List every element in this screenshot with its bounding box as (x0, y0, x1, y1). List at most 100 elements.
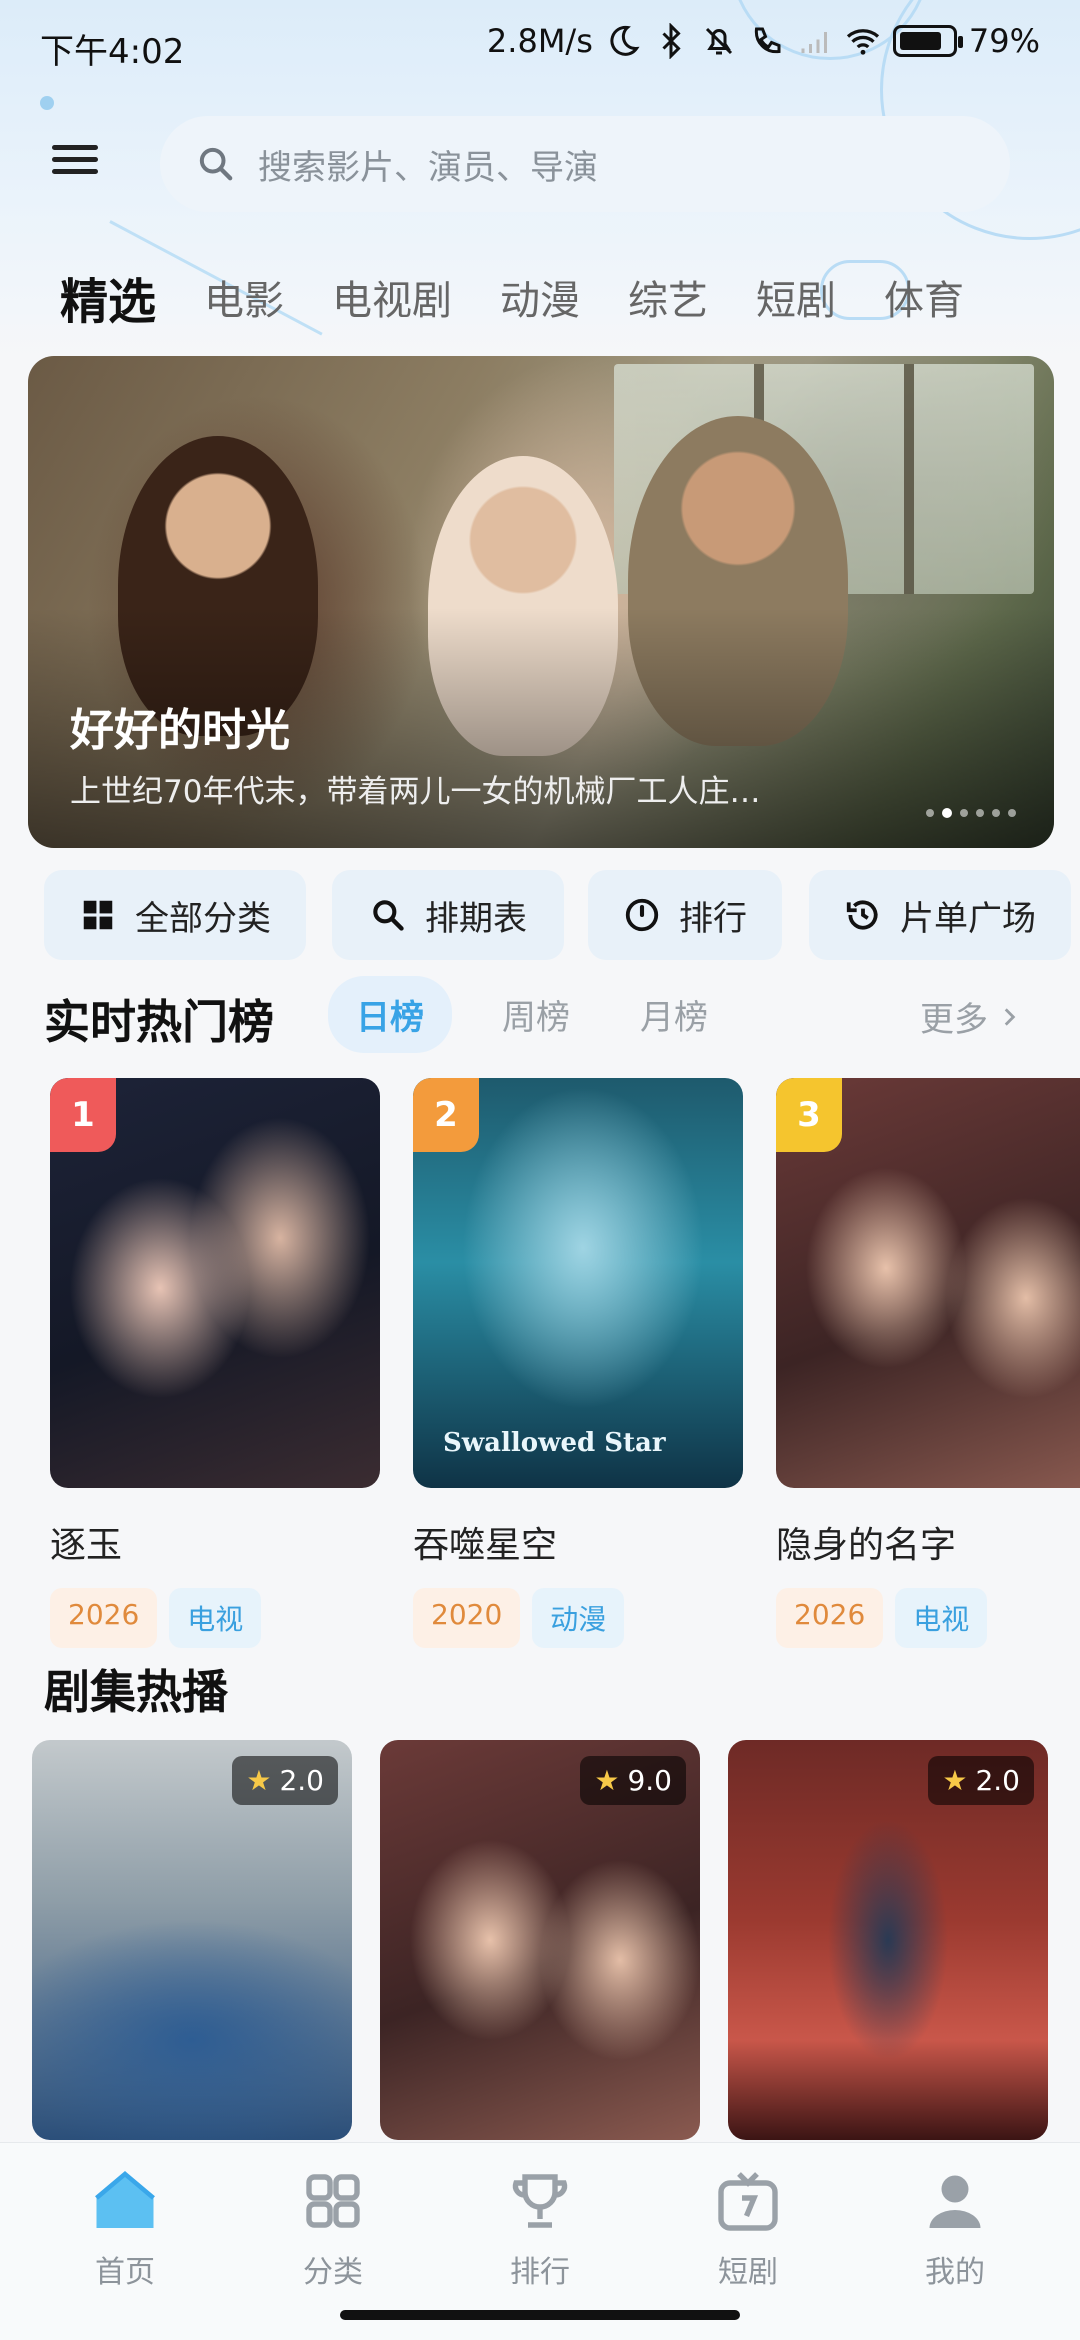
title-label: 逐玉 (50, 1525, 123, 1566)
type-tag: 动漫 (532, 1588, 625, 1648)
title-label: 隐身的名字 (776, 1525, 957, 1566)
signal-icon (801, 32, 827, 53)
status-bar: 下午4:02 2.8M/s 79% (0, 0, 1080, 96)
drama-card[interactable]: ★ 2.0 (32, 1740, 352, 2140)
pagination-dot (976, 809, 984, 817)
wifi-icon (846, 29, 879, 55)
tab-5[interactable]: 短剧 (756, 268, 836, 326)
tab-2[interactable]: 电视剧 (332, 268, 452, 326)
schedule-label: 排期表 (425, 898, 527, 939)
battery-icon (892, 25, 963, 57)
playlist-square-button[interactable]: 片单广场 (809, 870, 1071, 960)
pagination-dot (926, 809, 934, 817)
ranking-card[interactable]: 3 隐身的名字 2026 电视 (776, 1078, 1080, 1648)
more-link[interactable]: 更多 (920, 992, 1022, 1041)
year-tag: 2020 (413, 1588, 521, 1648)
bell-off-icon (705, 27, 732, 55)
search-input[interactable]: 搜索影片、演员、导演 (160, 116, 1010, 212)
ranking-label: 排行 (679, 898, 747, 939)
ranking-tab-1[interactable]: 周榜 (502, 990, 570, 1039)
type-tag: 电视 (169, 1588, 262, 1648)
nav-profile[interactable]: 我的 (847, 2165, 1063, 2291)
pagination-dot (942, 808, 952, 818)
category-icon (306, 2174, 360, 2228)
hamburger-icon (52, 145, 98, 150)
year-tag: 2026 (50, 1588, 158, 1648)
user-icon (929, 2175, 981, 2228)
star-icon: ★ (246, 1764, 272, 1797)
grid-icon (83, 900, 113, 930)
tab-0[interactable]: 精选 (60, 262, 156, 332)
banner-pagination (926, 808, 1016, 818)
rank-badge: 1 (50, 1078, 116, 1152)
chevron-right-icon (1004, 1007, 1016, 1026)
trophy-icon (512, 2174, 568, 2228)
pagination-dot (1008, 809, 1016, 817)
nav-short-drama[interactable]: 短剧 (640, 2165, 856, 2291)
call-icon (754, 27, 781, 54)
rating-badge: ★ 2.0 (928, 1756, 1034, 1805)
featured-banner[interactable]: 好好的时光 上世纪70年代末，带着两儿一女的机械厂工人庄… (28, 356, 1054, 848)
more-label: 更多 (920, 1000, 988, 1040)
ranking-tab-0[interactable]: 日榜 (328, 976, 452, 1053)
search-placeholder: 搜索影片、演员、导演 (258, 147, 598, 188)
poster-image: 1 (50, 1078, 380, 1488)
quick-actions: 全部分类 排期表 排行 片单广场 (44, 870, 1080, 960)
battery-percent: 79% (968, 22, 1040, 60)
nav-category[interactable]: 分类 (225, 2165, 441, 2291)
moon-icon (610, 25, 640, 56)
status-time: 下午4:02 (40, 32, 185, 72)
type-tag: 电视 (895, 1588, 988, 1648)
star-icon: ★ (942, 1764, 968, 1797)
nav-home[interactable]: 首页 (17, 2165, 233, 2291)
ranking-card[interactable]: 2 Swallowed Star 吞噬星空 2020 动漫 (413, 1078, 743, 1648)
net-speed: 2.8M/s (486, 22, 593, 60)
bluetooth-icon (662, 23, 681, 59)
rating-badge: ★ 9.0 (580, 1756, 686, 1805)
rank-badge: 3 (776, 1078, 842, 1152)
history-icon (846, 900, 878, 930)
nav-ranking-label: 排行 (510, 2255, 570, 2290)
rank-badge: 2 (413, 1078, 479, 1152)
poster-image: 2 Swallowed Star (413, 1078, 743, 1488)
pagination-dot (960, 809, 968, 817)
tv-icon (718, 2172, 778, 2231)
ranking-button[interactable]: 排行 (588, 870, 782, 960)
banner-description: 上世纪70年代末，带着两儿一女的机械厂工人庄… (70, 774, 761, 810)
home-indicator[interactable] (340, 2310, 740, 2320)
pagination-dot (992, 809, 1000, 817)
poster-logo-text: Swallowed Star (443, 1428, 666, 1458)
all-categories-button[interactable]: 全部分类 (44, 870, 306, 960)
ranking-card[interactable]: 1 逐玉 2026 电视 (50, 1078, 380, 1648)
menu-button[interactable] (52, 138, 112, 188)
search-icon (199, 147, 233, 181)
tab-4[interactable]: 综艺 (628, 268, 708, 326)
tab-1[interactable]: 电影 (204, 268, 284, 326)
all-categories-label: 全部分类 (135, 898, 271, 939)
home-icon (95, 2171, 155, 2228)
ranking-period-tabs: 日榜 周榜 月榜 (328, 976, 778, 1053)
rank-icon (625, 898, 659, 932)
tab-6[interactable]: 体育 (884, 268, 964, 326)
nav-home-label: 首页 (95, 2255, 155, 2290)
banner-title: 好好的时光 (70, 705, 290, 756)
rating-badge: ★ 2.0 (232, 1756, 338, 1805)
nav-short-drama-label: 短剧 (718, 2255, 778, 2290)
nav-profile-label: 我的 (925, 2255, 985, 2290)
drama-card[interactable]: ★ 2.0 (728, 1740, 1048, 2140)
schedule-button[interactable]: 排期表 (332, 870, 564, 960)
nav-ranking[interactable]: 排行 (432, 2165, 648, 2291)
ranking-tab-2[interactable]: 月榜 (640, 990, 708, 1039)
search-icon (373, 900, 404, 931)
nav-category-label: 分类 (303, 2255, 363, 2290)
title-label: 吞噬星空 (413, 1525, 558, 1566)
drama-card[interactable]: ★ 9.0 (380, 1740, 700, 2140)
star-icon: ★ (594, 1764, 620, 1797)
year-tag: 2026 (776, 1588, 884, 1648)
category-tabs: 精选 电影 电视剧 动漫 综艺 短剧 体育 (60, 262, 1080, 332)
tab-3[interactable]: 动漫 (500, 268, 580, 326)
playlist-square-label: 片单广场 (900, 898, 1036, 939)
drama-section-title: 剧集热播 (44, 1665, 228, 1719)
poster-image: 3 (776, 1078, 1080, 1488)
hot-ranking-title: 实时热门榜 (44, 995, 274, 1049)
